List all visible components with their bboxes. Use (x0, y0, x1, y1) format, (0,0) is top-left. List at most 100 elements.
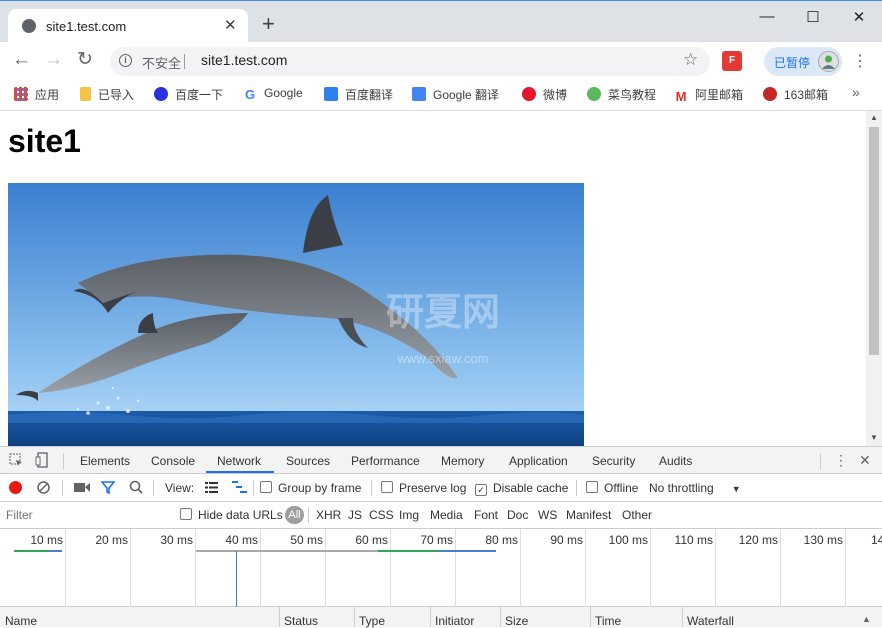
bookmark-runoob[interactable]: 菜鸟教程 (587, 86, 656, 104)
tab-network[interactable]: Network (217, 454, 261, 468)
filter-type-other[interactable]: Other (622, 508, 652, 522)
devtools-close-icon[interactable]: ✕ (859, 452, 871, 469)
globe-icon (22, 19, 36, 33)
timeline-gridline (845, 529, 846, 607)
device-toolbar-icon[interactable] (35, 452, 49, 468)
tab-elements[interactable]: Elements (80, 454, 130, 468)
bookmark-google-translate[interactable]: Google 翻译 (412, 86, 499, 104)
bookmark-label: Google (264, 86, 303, 100)
scroll-up-arrow-icon[interactable]: ▲ (870, 113, 878, 122)
new-tab-button[interactable]: + (262, 13, 275, 35)
inspect-element-icon[interactable] (9, 453, 23, 467)
profile-button[interactable]: 已暂停 (764, 47, 842, 76)
bookmarks-overflow-button[interactable]: » (852, 84, 860, 100)
bookmark-imported[interactable]: 已导入 (80, 86, 134, 104)
record-icon[interactable] (9, 481, 22, 494)
url-text[interactable]: site1.test.com (201, 52, 287, 68)
timeline-tick-label: 14 (871, 533, 882, 547)
filter-type-img[interactable]: Img (399, 508, 419, 522)
filter-type-font[interactable]: Font (474, 508, 498, 522)
reload-button[interactable]: ↻ (77, 50, 93, 70)
bookmark-google[interactable]: G Google (243, 86, 303, 104)
runoob-icon (587, 87, 601, 101)
timeline-gridline (390, 529, 391, 607)
filter-type-doc[interactable]: Doc (507, 508, 528, 522)
extension-icon[interactable]: F (722, 51, 742, 71)
bookmark-apps[interactable]: 应用 (14, 86, 59, 104)
tab-close-icon[interactable]: ✕ (224, 16, 237, 34)
filter-type-css[interactable]: CSS (369, 508, 394, 522)
search-icon[interactable] (129, 480, 143, 494)
dom-content-loaded-marker (236, 551, 237, 607)
bookmark-aliyun-mail[interactable]: M 阿里邮箱 (674, 86, 743, 104)
preserve-log-checkbox[interactable]: Preserve log (381, 481, 466, 495)
toolbar-divider (371, 480, 372, 496)
filter-type-xhr[interactable]: XHR (316, 508, 341, 522)
devtools-menu-icon[interactable]: ⋮ (834, 452, 848, 469)
timeline-gridline (65, 529, 66, 607)
filter-type-manifest[interactable]: Manifest (566, 508, 611, 522)
sort-arrow-icon[interactable]: ▲ (862, 614, 871, 624)
timeline-tick-label: 130 ms (803, 533, 843, 547)
filter-type-ws[interactable]: WS (538, 508, 557, 522)
timeline-gridline (260, 529, 261, 607)
toolbar-divider (576, 480, 577, 496)
back-button[interactable]: ← (12, 50, 31, 70)
bookmark-star-icon[interactable]: ☆ (683, 50, 698, 70)
tab-sources[interactable]: Sources (286, 454, 330, 468)
clear-icon[interactable] (37, 481, 50, 494)
checkbox-label: Disable cache (493, 481, 569, 495)
offline-checkbox[interactable]: Offline (586, 481, 638, 495)
filter-type-js[interactable]: JS (348, 508, 362, 522)
timeline-gridline (780, 529, 781, 607)
filter-type-all[interactable]: All (285, 506, 304, 524)
security-label[interactable]: 不安全 (142, 53, 181, 72)
dolphin-image: 研夏网 www.sxiaw.com (8, 183, 584, 446)
column-divider (354, 607, 355, 627)
timeline-tick-label: 80 ms (485, 533, 518, 547)
checkbox-label: Hide data URLs (198, 508, 283, 522)
checkbox-label: Offline (604, 481, 639, 495)
active-tab-indicator (206, 471, 274, 473)
timeline-tick-label: 100 ms (608, 533, 648, 547)
hide-data-urls-checkbox[interactable]: Hide data URLs (180, 508, 283, 522)
bookmark-163-mail[interactable]: 163邮箱 (763, 86, 828, 104)
tab-security[interactable]: Security (592, 454, 635, 468)
tab-strip: site1.test.com ✕ + — ☐ ✕ (0, 0, 882, 43)
bookmark-baidu[interactable]: 百度一下 (154, 86, 223, 104)
tab-audits[interactable]: Audits (659, 454, 692, 468)
minimize-button[interactable]: — (757, 8, 777, 25)
info-icon[interactable]: i (119, 54, 132, 67)
bookmark-label: 菜鸟教程 (608, 88, 657, 102)
address-bar[interactable]: i 不安全 site1.test.com ☆ (110, 47, 710, 76)
tab-performance[interactable]: Performance (351, 454, 420, 468)
scroll-thumb[interactable] (869, 127, 879, 355)
waterfall-overview-icon[interactable] (232, 481, 247, 493)
filter-funnel-icon[interactable] (100, 481, 116, 495)
toolbar-divider (153, 480, 154, 496)
devtools-tab-bar: Elements Console Network Sources Perform… (0, 447, 882, 474)
maximize-button[interactable]: ☐ (803, 8, 823, 26)
forward-button[interactable]: → (44, 50, 63, 70)
filter-type-media[interactable]: Media (430, 508, 463, 522)
bookmark-baidu-translate[interactable]: 百度翻译 (324, 86, 393, 104)
network-overview-timeline[interactable]: 10 ms 20 ms 30 ms 40 ms 50 ms 60 ms 70 m… (0, 529, 882, 607)
page-scrollbar[interactable]: ▲ ▼ (866, 111, 882, 446)
bookmark-weibo[interactable]: 微博 (522, 86, 567, 104)
large-rows-icon[interactable] (205, 482, 218, 493)
disable-cache-checkbox[interactable]: ✓ Disable cache (475, 481, 568, 496)
scroll-down-arrow-icon[interactable]: ▼ (870, 433, 878, 442)
screenshot-camera-icon[interactable] (74, 482, 90, 493)
tab-memory[interactable]: Memory (441, 454, 484, 468)
timeline-tick-label: 20 ms (95, 533, 128, 547)
tab-console[interactable]: Console (151, 454, 195, 468)
throttling-select[interactable]: No throttling ▼ (649, 481, 741, 495)
filter-input[interactable] (2, 506, 174, 524)
timeline-bar (48, 550, 62, 552)
close-window-button[interactable]: ✕ (849, 8, 869, 26)
browser-menu-button[interactable]: ⋮ (852, 51, 868, 71)
watermark-sub: www.sxiaw.com (396, 351, 488, 366)
browser-tab[interactable]: site1.test.com ✕ (8, 9, 248, 43)
tab-application[interactable]: Application (509, 454, 568, 468)
group-by-frame-checkbox[interactable]: Group by frame (260, 481, 361, 495)
